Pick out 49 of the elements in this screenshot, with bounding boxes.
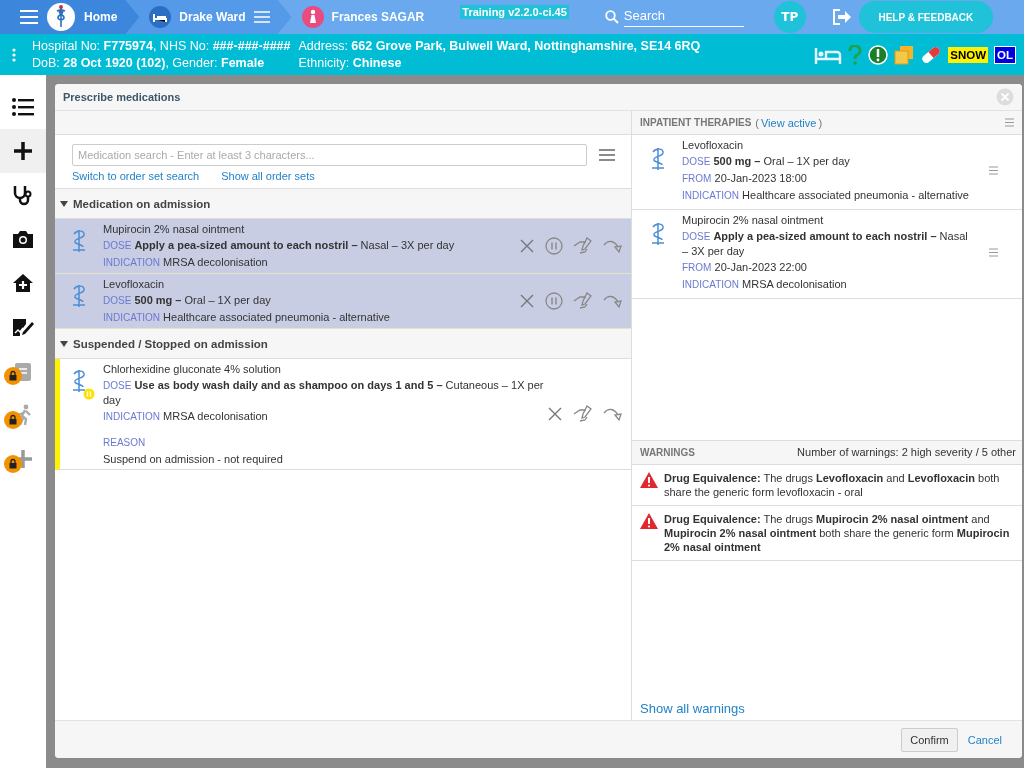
medication-detail: DOSE Apply a pea-sized amount to each nostril – Nasal – 3X per day — [103, 238, 456, 253]
reason-text: Suspend on admission - not required — [103, 452, 284, 466]
view-active-link[interactable]: View active — [761, 116, 817, 129]
medication-detail: INDICATION MRSA decolonisation — [103, 409, 269, 424]
therapies-title: INPATIENT THERAPIES — [640, 117, 752, 128]
medication-detail: INDICATION Healthcare associated pneumonia - alternative — [103, 310, 391, 325]
medication-detail: DOSE 500 mg – Oral – 1X per day — [103, 293, 272, 308]
medication-row[interactable]: Levofloxacin DOSE 500 mg – Oral – 1X per day INDICATION Healthcare associated pneumonia - alternative — [55, 274, 631, 329]
patient-ethnicity: Ethnicity: Chinese — [298, 56, 403, 70]
patient-badge[interactable]: SNOW — [948, 46, 988, 63]
therapy-name: Levofloxacin — [682, 138, 745, 152]
therapy-detail: INDICATION MRSA decolonisation — [682, 277, 848, 292]
confirm-button[interactable]: Confirm — [901, 727, 958, 752]
medication-row[interactable]: Mupirocin 2% nasal ointment DOSE Apply a pea-sized amount to each nostril – Nasal – 3X per day INDICATION MRSA decolonisation — [55, 219, 631, 274]
parenthesis: ( — [755, 116, 759, 129]
therapy-detail: DOSE Apply a pea-sized amount to each nostril – Nasal – 3X per day — [682, 229, 969, 258]
therapy-name: Mupirocin 2% nasal ointment — [682, 213, 825, 227]
therapy-detail: DOSE 500 mg – Oral – 1X per day — [682, 154, 851, 169]
medication-name: Chlorhexidine gluconate 4% solution — [103, 362, 282, 376]
patient-ids: Hospital No: F775974, NHS No: ###-###-#### — [32, 39, 291, 53]
version-badge: Training v2.2.0-ci.45 — [460, 5, 569, 19]
patient-address: Address: 662 Grove Park, Bulwell Ward, Nottinghamshire, SE14 6RQ — [298, 39, 701, 53]
search-field[interactable]: Search — [623, 7, 744, 27]
show-all-warnings-link[interactable]: Show all warnings — [632, 701, 1022, 720]
therapy-detail: FROM 20-Jan-2023 18:00 — [682, 171, 808, 186]
medication-detail: DOSE Use as body wash daily and as shampoo on days 1 and 5 – Cutaneous – 1X per day — [103, 378, 545, 407]
medication-detail: INDICATION MRSA decolonisation — [103, 255, 269, 270]
patient-name[interactable]: Frances SAGAR — [331, 10, 425, 24]
warning-text: Drug Equivalence: The drugs Mupirocin 2% nasal ointment and Mupirocin 2% nasal ointment both share the generic form Mupirocin 2% nasal ointment — [664, 511, 1011, 554]
warnings-summary: Number of warnings: 2 high severity / 5 other — [797, 446, 1016, 458]
order-set-link[interactable]: Show all order sets — [221, 170, 315, 182]
modal-title: Prescribe medications — [63, 91, 181, 103]
patient-badge[interactable]: OL — [994, 45, 1016, 64]
parenthesis: ) — [818, 116, 823, 129]
order-set-link[interactable]: Switch to order set search — [72, 170, 200, 182]
home-link[interactable]: Home — [84, 10, 118, 24]
section-header[interactable]: Medication on admission — [55, 189, 631, 219]
medication-name: Mupirocin 2% nasal ointment — [103, 222, 246, 236]
reason-label: REASON — [103, 436, 147, 450]
medication-search-field[interactable]: Medication search - Enter at least 3 characters... — [72, 144, 587, 166]
cancel-link[interactable]: Cancel — [967, 733, 1002, 746]
warning-text: Drug Equivalence: The drugs Levofloxacin and Levofloxacin both share the generic form levofloxacin - oral — [664, 470, 1001, 499]
ward-link[interactable]: Drake Ward — [179, 10, 246, 24]
warnings-title: WARNINGS — [640, 446, 695, 458]
patient-dob-gender: DoB: 28 Oct 1920 (102), Gender: Female — [32, 56, 266, 70]
medication-name: Levofloxacin — [103, 277, 166, 291]
therapy-detail: FROM 20-Jan-2023 22:00 — [682, 260, 808, 275]
therapy-detail: INDICATION Healthcare associated pneumonia - alternative — [682, 188, 970, 203]
section-header[interactable]: Suspended / Stopped on admission — [55, 329, 631, 359]
